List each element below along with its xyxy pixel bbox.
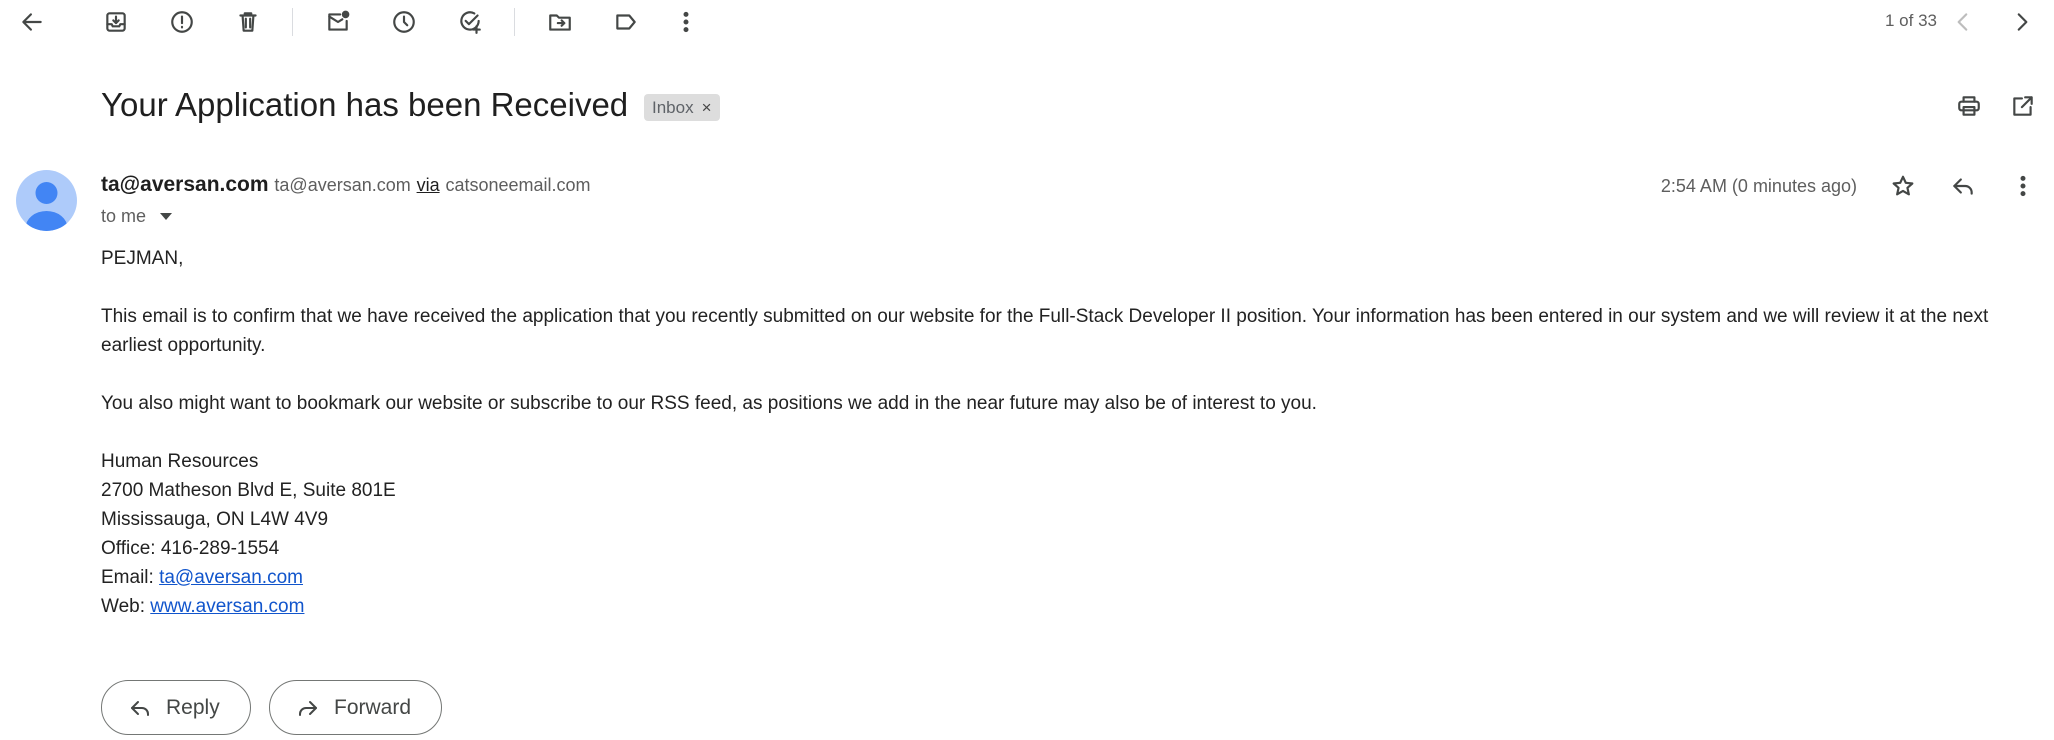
print-all-button[interactable] [1949,86,1989,126]
body-paragraph: This email is to confirm that we have re… [101,306,1989,356]
reply-icon [128,696,152,720]
mark-unread-button[interactable] [318,2,358,42]
archive-icon [103,9,129,35]
clock-icon [391,9,417,35]
remove-label-button[interactable]: × [702,98,712,118]
signature-email-link[interactable]: ta@aversan.com [159,567,303,588]
toolbar-divider [514,8,515,36]
add-task-button[interactable] [450,2,490,42]
sender-line: ta@aversan.com ta@aversan.com via catson… [101,173,591,197]
signature-address-line: 2700 Matheson Blvd E, Suite 801E [101,480,396,501]
forward-label: Forward [334,695,412,719]
star-icon [1890,173,1916,199]
open-in-new-window-button[interactable] [2003,86,2043,126]
forward-action-button[interactable]: Forward [269,680,443,735]
recipient-details-toggle[interactable]: to me [101,206,173,227]
pager-text: 1 of 33 [1885,11,1937,30]
label-chip-text: Inbox [652,97,694,117]
trash-icon [235,9,261,35]
add-task-icon [457,9,483,35]
sender-avatar[interactable] [16,170,77,231]
message-toolbar: 1 of 33 [0,0,2054,44]
reply-button[interactable] [1943,166,1983,206]
arrow-left-icon [19,9,45,35]
email-body: PEJMAN, This email is to confirm that we… [101,244,2046,621]
more-vert-icon [673,9,699,35]
signature-web-label: Web: [101,596,151,617]
report-spam-button[interactable] [162,2,202,42]
message-more-button[interactable] [2003,166,2043,206]
chevron-right-icon [2009,9,2035,35]
reply-action-button[interactable]: Reply [101,680,251,735]
inbox-label-chip[interactable]: Inbox × [644,94,720,121]
report-spam-icon [169,9,195,35]
archive-button[interactable] [96,2,136,42]
greeting: PEJMAN, [101,248,184,269]
signature-email-row: Email: ta@aversan.com [101,563,2046,592]
forward-icon [296,696,320,720]
snooze-button[interactable] [384,2,424,42]
star-button[interactable] [1883,166,1923,206]
via-link[interactable]: via [417,175,440,195]
email-subject: Your Application has been Received [101,86,629,123]
via-domain: catsoneemail.com [445,175,591,195]
toolbar-divider [292,8,293,36]
older-button[interactable] [2002,2,2042,42]
reply-icon [1950,173,1976,199]
more-vert-icon [2010,173,2036,199]
signature-department: Human Resources [101,451,259,472]
newer-button[interactable] [1943,2,1983,42]
body-paragraph: You also might want to bookmark our webs… [101,393,1317,414]
mark-unread-icon [325,9,351,35]
signature-web-link[interactable]: www.aversan.com [150,596,304,617]
chevron-left-icon [1950,9,1976,35]
print-icon [1956,93,1982,119]
sender-email: ta@aversan.com [274,175,411,195]
signature-web-row: Web: www.aversan.com [101,592,2046,621]
reply-label: Reply [166,695,220,719]
caret-down-icon [160,213,173,220]
back-button[interactable] [12,2,52,42]
message-timestamp: 2:54 AM (0 minutes ago) [1660,176,1857,196]
move-to-icon [547,9,573,35]
delete-button[interactable] [228,2,268,42]
signature-office: Office: 416-289-1554 [101,538,280,559]
signature-email-label: Email: [101,567,160,588]
signature: Human Resources 2700 Matheson Blvd E, Su… [101,447,2046,621]
signature-address-line: Mississauga, ON L4W 4V9 [101,509,329,530]
open-in-new-icon [2010,93,2036,119]
sender-name[interactable]: ta@aversan.com [101,173,269,196]
to-text: to me [101,206,147,226]
label-button[interactable] [606,2,646,42]
move-to-button[interactable] [540,2,580,42]
label-icon [613,9,639,35]
more-actions-button[interactable] [666,2,706,42]
